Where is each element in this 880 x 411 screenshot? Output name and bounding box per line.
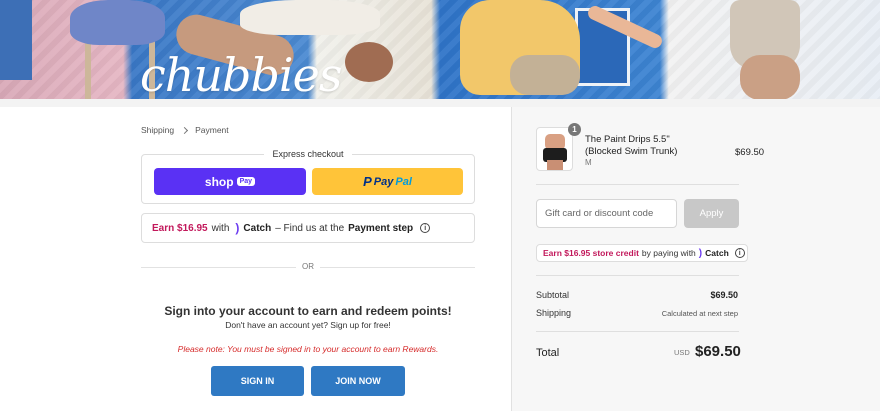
banner-person-2 xyxy=(240,0,380,35)
rewards-subtitle: Don't have an account yet? Sign up for f… xyxy=(225,320,391,330)
product-name: The Paint Drips 5.5" (Blocked Swim Trunk… xyxy=(585,134,678,157)
product-price: $69.50 xyxy=(735,147,765,158)
catch-credit-banner: Earn $16.95 store credit by paying with … xyxy=(536,244,748,262)
rewards-note: Please note: You must be signed in to yo… xyxy=(177,344,439,354)
breadcrumb-shipping[interactable]: Shipping xyxy=(141,125,174,135)
order-line-item: 1 The Paint Drips 5.5" (Blocked Swim Tru… xyxy=(536,123,769,175)
paypal-wordmark-pay: Pay xyxy=(373,175,394,188)
catch-promo-banner: Earn $16.95 with ) Catch – Find us at th… xyxy=(141,213,475,243)
shipping-label: Shipping xyxy=(536,308,572,318)
discount-code-input[interactable] xyxy=(536,199,677,228)
banner-window xyxy=(0,0,32,80)
subtotal-label: Subtotal xyxy=(536,290,570,300)
total-currency: USD xyxy=(674,348,690,357)
shop-pay-badge: Pay xyxy=(236,177,256,186)
catch-credit-text: by paying with xyxy=(641,248,696,258)
checkout-main: Shipping Payment Express checkout shop P… xyxy=(0,107,511,411)
shop-pay-wordmark: shop xyxy=(204,174,234,189)
apply-discount-button[interactable]: Apply xyxy=(684,199,739,228)
banner-person-3-shorts xyxy=(510,55,580,95)
catch-logo-icon: ) xyxy=(235,221,240,235)
hero-banner: chubbies xyxy=(0,0,880,107)
info-icon[interactable]: i xyxy=(734,248,745,258)
shipping-value: Calculated at next step xyxy=(661,309,738,318)
paypal-button[interactable]: P Pay Pal xyxy=(312,168,463,195)
product-variant: M xyxy=(585,158,592,167)
catch-logo-icon: ) xyxy=(698,247,703,259)
total-label: Total xyxy=(536,347,560,359)
thumbnail-legs xyxy=(547,160,563,170)
info-icon[interactable]: i xyxy=(420,223,431,233)
catch-with-text: with xyxy=(211,222,230,234)
express-checkout-box: Express checkout shop Pay P Pay Pal xyxy=(141,149,475,204)
paypal-wordmark-pal: Pal xyxy=(395,175,412,188)
chevron-right-icon xyxy=(181,126,189,134)
join-now-button[interactable]: JOIN NOW xyxy=(311,366,405,396)
catch-credit-amount: Earn $16.95 store credit xyxy=(543,248,639,258)
order-summary: 1 The Paint Drips 5.5" (Blocked Swim Tru… xyxy=(511,107,880,411)
paypal-icon: P xyxy=(363,174,372,189)
catch-step-text: Payment step xyxy=(348,222,414,234)
shop-pay-button[interactable]: shop Pay xyxy=(154,168,306,195)
breadcrumb-payment: Payment xyxy=(195,125,229,135)
banner-person-1 xyxy=(70,0,165,45)
product-thumbnail xyxy=(536,127,573,171)
quantity-badge: 1 xyxy=(568,123,581,136)
brand-logo[interactable]: chubbies xyxy=(140,48,342,102)
catch-middle-text: – Find us at the xyxy=(275,222,345,234)
subtotal-value: $69.50 xyxy=(710,290,738,300)
banner-ledge xyxy=(0,99,880,107)
express-checkout-title: Express checkout xyxy=(142,149,474,159)
rewards-title: Sign into your account to earn and redee… xyxy=(164,304,452,318)
summary-divider xyxy=(536,275,739,276)
breadcrumb: Shipping Payment xyxy=(141,125,229,135)
or-divider-label: OR xyxy=(296,262,320,271)
banner-person-4-legs xyxy=(740,55,800,100)
summary-divider xyxy=(536,331,739,332)
catch-wordmark: Catch xyxy=(243,222,272,234)
catch-wordmark: Catch xyxy=(705,248,729,258)
summary-divider xyxy=(536,184,739,185)
banner-person-2-head xyxy=(345,42,393,82)
sign-in-button[interactable]: SIGN IN xyxy=(211,366,304,396)
total-value: $69.50 xyxy=(695,343,741,360)
catch-earn-amount: Earn $16.95 xyxy=(152,222,208,234)
express-checkout-title-text: Express checkout xyxy=(264,149,352,159)
